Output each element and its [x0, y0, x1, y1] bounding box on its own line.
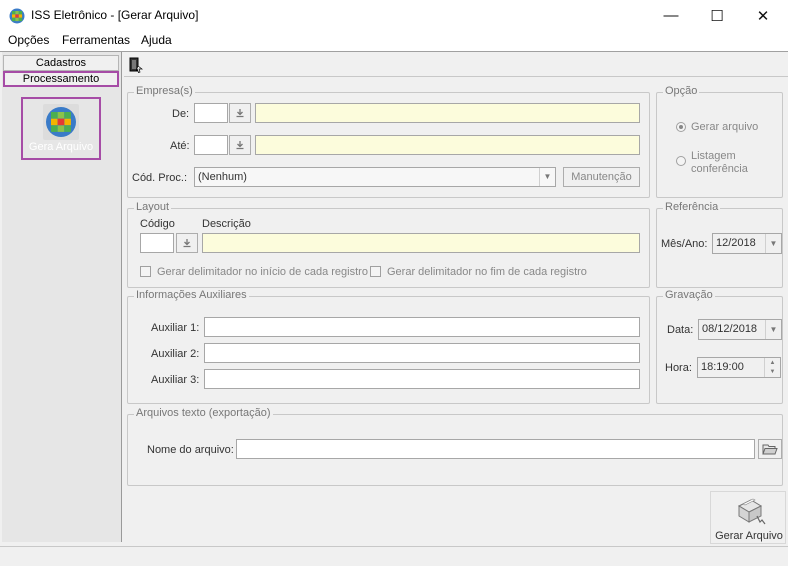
open-folder-icon	[762, 444, 778, 455]
gerar-arquivo-button-label: Gerar Arquivo	[715, 530, 783, 542]
nome-arquivo-field[interactable]	[236, 439, 755, 459]
spin-up-icon[interactable]: ▲	[764, 358, 780, 368]
delimitador-inicio-checkbox[interactable]	[140, 266, 151, 277]
hora-value: 18:19:00	[701, 361, 744, 373]
delimitador-fim-label: Gerar delimitador no fim de cada registr…	[387, 266, 587, 278]
hora-label: Hora:	[665, 362, 692, 374]
app-globe-icon	[9, 8, 25, 24]
nav-processamento[interactable]: Processamento	[3, 71, 119, 87]
nome-arquivo-label: Nome do arquivo:	[147, 444, 234, 456]
toolbar	[124, 53, 788, 77]
chevron-down-icon: ▼	[765, 320, 781, 339]
auxiliar-2-label: Auxiliar 2:	[151, 348, 200, 360]
gerar-arquivo-button[interactable]: Gerar Arquivo	[710, 491, 786, 544]
auxiliar-1-field[interactable]	[204, 317, 640, 337]
status-bar	[0, 546, 788, 566]
menu-ajuda[interactable]: Ajuda	[141, 33, 172, 47]
auxiliares-legend: Informações Auxiliares	[134, 289, 249, 301]
chevron-down-icon: ▼	[765, 234, 781, 253]
gravacao-legend: Gravação	[663, 289, 715, 301]
opcao-legend: Opção	[663, 85, 700, 97]
hora-stepper[interactable]: 18:19:00 ▲ ▼	[697, 357, 781, 378]
referencia-legend: Referência	[663, 201, 721, 213]
gera-arquivo-label: Gera Arquivo	[28, 141, 94, 153]
download-arrow-icon	[236, 109, 244, 118]
download-arrow-icon	[236, 141, 244, 150]
ate-lookup-button[interactable]	[229, 135, 251, 155]
arquivos-legend: Arquivos texto (exportação)	[134, 407, 273, 419]
layout-lookup-button[interactable]	[176, 233, 198, 253]
nav-cadastros[interactable]: Cadastros	[3, 55, 119, 71]
delimitador-inicio-label: Gerar delimitador no início de cada regi…	[157, 266, 368, 278]
de-lookup-button[interactable]	[229, 103, 251, 123]
listagem-radio[interactable]	[676, 156, 686, 166]
auxiliar-3-label: Auxiliar 3:	[151, 374, 200, 386]
data-value: 08/12/2018	[702, 323, 758, 335]
de-code-field[interactable]	[194, 103, 228, 123]
layout-legend: Layout	[134, 201, 172, 213]
codigo-label: Código	[140, 218, 175, 230]
menu-opcoes[interactable]: Opções	[8, 33, 49, 47]
cod-proc-label: Cód. Proc.:	[132, 172, 188, 184]
maximize-button[interactable]: ☐	[694, 0, 740, 31]
data-select[interactable]: 08/12/2018 ▼	[698, 319, 782, 340]
data-label: Data:	[667, 324, 694, 336]
chevron-down-icon: ▼	[539, 168, 555, 186]
gravacao-group: Gravação	[656, 289, 783, 404]
minimize-button[interactable]: —	[648, 0, 694, 31]
cod-proc-select[interactable]: (Nenhum) ▼	[194, 167, 556, 187]
ate-name-field[interactable]	[255, 135, 640, 155]
ate-label: Até:	[170, 140, 190, 152]
spin-down-icon[interactable]: ▼	[764, 368, 780, 377]
de-name-field[interactable]	[255, 103, 640, 123]
manutencao-button[interactable]: Manutenção	[563, 167, 640, 187]
empresas-legend: Empresa(s)	[134, 85, 195, 97]
auxiliar-1-label: Auxiliar 1:	[151, 322, 200, 334]
download-arrow-icon	[183, 239, 191, 248]
ate-code-field[interactable]	[194, 135, 228, 155]
menu-ferramentas[interactable]: Ferramentas	[62, 33, 130, 47]
window-title: ISS Eletrônico - [Gerar Arquivo]	[31, 8, 199, 22]
delimitador-fim-checkbox[interactable]	[370, 266, 381, 277]
de-label: De:	[172, 108, 190, 120]
mes-ano-value: 12/2018	[716, 237, 756, 249]
opcao-group: Opção	[656, 85, 783, 198]
layout-descricao-field[interactable]	[202, 233, 640, 253]
listagem-option-label: Listagem conferência	[691, 150, 748, 175]
auxiliar-3-field[interactable]	[204, 369, 640, 389]
gerar-arquivo-option-label: Gerar arquivo	[691, 121, 759, 133]
browse-folder-button[interactable]	[758, 439, 782, 459]
close-button[interactable]: ✕	[740, 0, 786, 31]
auxiliar-2-field[interactable]	[204, 343, 640, 363]
mes-ano-label: Mês/Ano:	[661, 238, 708, 250]
cod-proc-value: (Nenhum)	[198, 171, 247, 183]
descricao-label: Descrição	[202, 218, 251, 230]
gera-arquivo-icon	[43, 104, 79, 140]
layout-codigo-field[interactable]	[140, 233, 174, 253]
exit-door-icon[interactable]	[129, 57, 143, 73]
generate-file-icon	[737, 498, 766, 525]
mes-ano-select[interactable]: 12/2018 ▼	[712, 233, 782, 254]
gerar-arquivo-radio[interactable]	[676, 122, 686, 132]
gera-arquivo-tile[interactable]: Gera Arquivo	[21, 97, 101, 160]
